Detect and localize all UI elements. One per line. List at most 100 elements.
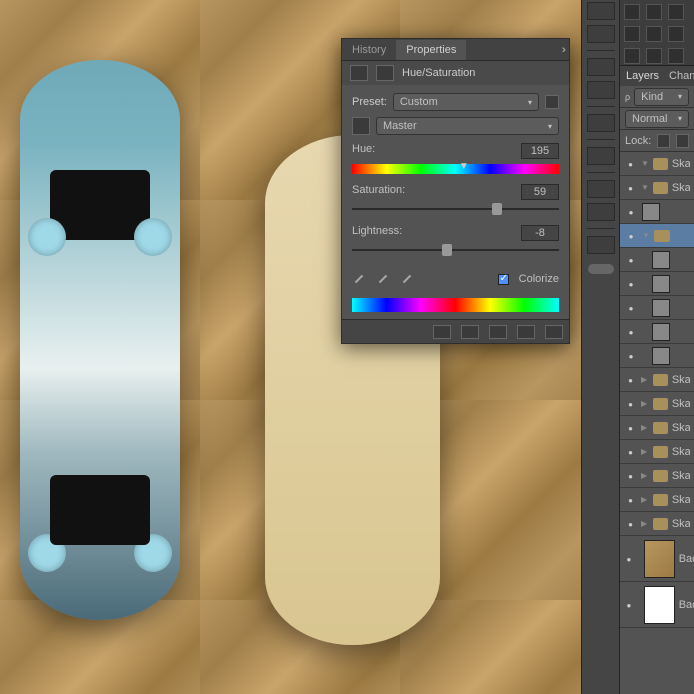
visibility-icon[interactable] bbox=[620, 254, 642, 266]
layers-panel: Layers Channe ρ Kind Normal Lock: ▼Ska▼S… bbox=[619, 0, 694, 694]
layer-item[interactable] bbox=[620, 296, 694, 320]
eyedropper-icon[interactable] bbox=[352, 272, 366, 286]
delete-icon[interactable] bbox=[545, 325, 563, 339]
visibility-icon[interactable] bbox=[620, 599, 638, 611]
tab-history[interactable]: History bbox=[342, 40, 396, 60]
lightness-slider[interactable] bbox=[352, 244, 559, 258]
toggle-visibility-icon[interactable] bbox=[517, 325, 535, 339]
layer-thumb bbox=[652, 347, 670, 365]
layer-item[interactable]: ▶Ska bbox=[620, 440, 694, 464]
visibility-icon[interactable] bbox=[620, 518, 641, 530]
hue-value[interactable]: 195 bbox=[521, 143, 559, 159]
visibility-icon[interactable] bbox=[620, 182, 641, 194]
lock-label: Lock: bbox=[625, 135, 651, 147]
layer-item[interactable]: ▶Ska bbox=[620, 512, 694, 536]
option-icon[interactable] bbox=[624, 48, 640, 64]
option-icon[interactable] bbox=[668, 48, 684, 64]
kind-dropdown[interactable]: Kind bbox=[634, 88, 689, 106]
saturation-slider[interactable] bbox=[352, 203, 559, 217]
visibility-icon[interactable] bbox=[620, 446, 641, 458]
visibility-icon[interactable] bbox=[620, 302, 642, 314]
visibility-icon[interactable] bbox=[620, 422, 641, 434]
layer-item[interactable]: Bac bbox=[620, 536, 694, 582]
reset-icon[interactable] bbox=[489, 325, 507, 339]
disclosure-icon[interactable]: ▶ bbox=[641, 423, 652, 432]
eyedropper-subtract-icon[interactable] bbox=[400, 272, 414, 286]
visibility-icon[interactable] bbox=[620, 374, 641, 386]
dock-icon[interactable] bbox=[587, 114, 615, 132]
layer-item[interactable] bbox=[620, 320, 694, 344]
tab-layers[interactable]: Layers bbox=[626, 70, 659, 82]
visibility-icon[interactable] bbox=[620, 278, 642, 290]
disclosure-icon[interactable]: ▶ bbox=[641, 399, 652, 408]
option-icon[interactable] bbox=[624, 4, 640, 20]
dock-icon[interactable] bbox=[587, 236, 615, 254]
preset-menu-icon[interactable] bbox=[545, 95, 559, 109]
layer-item[interactable] bbox=[620, 272, 694, 296]
visibility-icon[interactable] bbox=[620, 470, 641, 482]
dock-icon[interactable] bbox=[587, 180, 615, 198]
colorize-checkbox[interactable] bbox=[498, 274, 509, 285]
lock-pixels-icon[interactable] bbox=[657, 134, 670, 148]
disclosure-icon[interactable]: ▶ bbox=[641, 495, 652, 504]
option-icon[interactable] bbox=[646, 26, 662, 42]
layer-item[interactable]: ▼Ska bbox=[620, 176, 694, 200]
dock-icon[interactable] bbox=[587, 25, 615, 43]
visibility-icon[interactable] bbox=[620, 158, 641, 170]
visibility-icon[interactable] bbox=[620, 350, 642, 362]
visibility-icon[interactable] bbox=[620, 206, 642, 218]
visibility-icon[interactable] bbox=[620, 398, 641, 410]
layer-item[interactable] bbox=[620, 248, 694, 272]
visibility-icon[interactable] bbox=[620, 326, 642, 338]
disclosure-icon[interactable]: ▼ bbox=[641, 183, 652, 192]
dock-icon[interactable] bbox=[587, 147, 615, 165]
clip-to-layer-icon[interactable] bbox=[433, 325, 451, 339]
blend-mode-dropdown[interactable]: Normal bbox=[625, 110, 689, 128]
lightness-value[interactable]: -8 bbox=[521, 225, 559, 241]
layer-item[interactable]: ▶Ska bbox=[620, 488, 694, 512]
layer-item[interactable]: ▶Ska bbox=[620, 464, 694, 488]
dock-icon[interactable] bbox=[587, 58, 615, 76]
visibility-icon[interactable] bbox=[620, 230, 642, 242]
layer-item[interactable]: Bac bbox=[620, 582, 694, 628]
option-icon[interactable] bbox=[624, 26, 640, 42]
dock-icon[interactable] bbox=[587, 81, 615, 99]
option-icon[interactable] bbox=[646, 48, 662, 64]
visibility-icon[interactable] bbox=[620, 494, 641, 506]
disclosure-icon[interactable]: ▶ bbox=[641, 375, 652, 384]
hue-slider[interactable] bbox=[352, 162, 559, 176]
option-icon[interactable] bbox=[668, 4, 684, 20]
visibility-icon[interactable] bbox=[620, 553, 638, 565]
layer-item[interactable]: ▼Ska bbox=[620, 152, 694, 176]
folder-icon bbox=[653, 494, 668, 506]
lock-position-icon[interactable] bbox=[676, 134, 689, 148]
layer-item[interactable]: ▶Ska bbox=[620, 416, 694, 440]
disclosure-icon[interactable]: ▶ bbox=[641, 447, 652, 456]
disclosure-icon[interactable]: ▶ bbox=[641, 519, 652, 528]
skateboard-designed bbox=[20, 60, 180, 620]
option-icon[interactable] bbox=[646, 4, 662, 20]
layer-thumb bbox=[652, 299, 670, 317]
layer-item[interactable]: ▶Ska bbox=[620, 368, 694, 392]
disclosure-icon[interactable]: ▼ bbox=[641, 159, 652, 168]
toggle-switch[interactable] bbox=[588, 264, 614, 274]
dock-icon[interactable] bbox=[587, 2, 615, 20]
panel-collapse-icon[interactable]: ›› bbox=[562, 44, 563, 56]
layer-item[interactable] bbox=[620, 344, 694, 368]
tab-properties[interactable]: Properties bbox=[396, 40, 466, 60]
layer-item[interactable]: ▼ bbox=[620, 224, 694, 248]
layer-item[interactable] bbox=[620, 200, 694, 224]
lock-row: Lock: bbox=[620, 130, 694, 152]
layer-item[interactable]: ▶Ska bbox=[620, 392, 694, 416]
option-icon[interactable] bbox=[668, 26, 684, 42]
targeted-adjustment-icon[interactable] bbox=[352, 117, 370, 135]
view-previous-icon[interactable] bbox=[461, 325, 479, 339]
disclosure-icon[interactable]: ▶ bbox=[641, 471, 652, 480]
dock-icon[interactable] bbox=[587, 203, 615, 221]
channel-dropdown[interactable]: Master bbox=[376, 117, 559, 135]
tab-channels[interactable]: Channe bbox=[669, 70, 694, 82]
preset-dropdown[interactable]: Custom bbox=[393, 93, 539, 111]
eyedropper-add-icon[interactable] bbox=[376, 272, 390, 286]
disclosure-icon[interactable]: ▼ bbox=[642, 231, 654, 240]
saturation-value[interactable]: 59 bbox=[521, 184, 559, 200]
